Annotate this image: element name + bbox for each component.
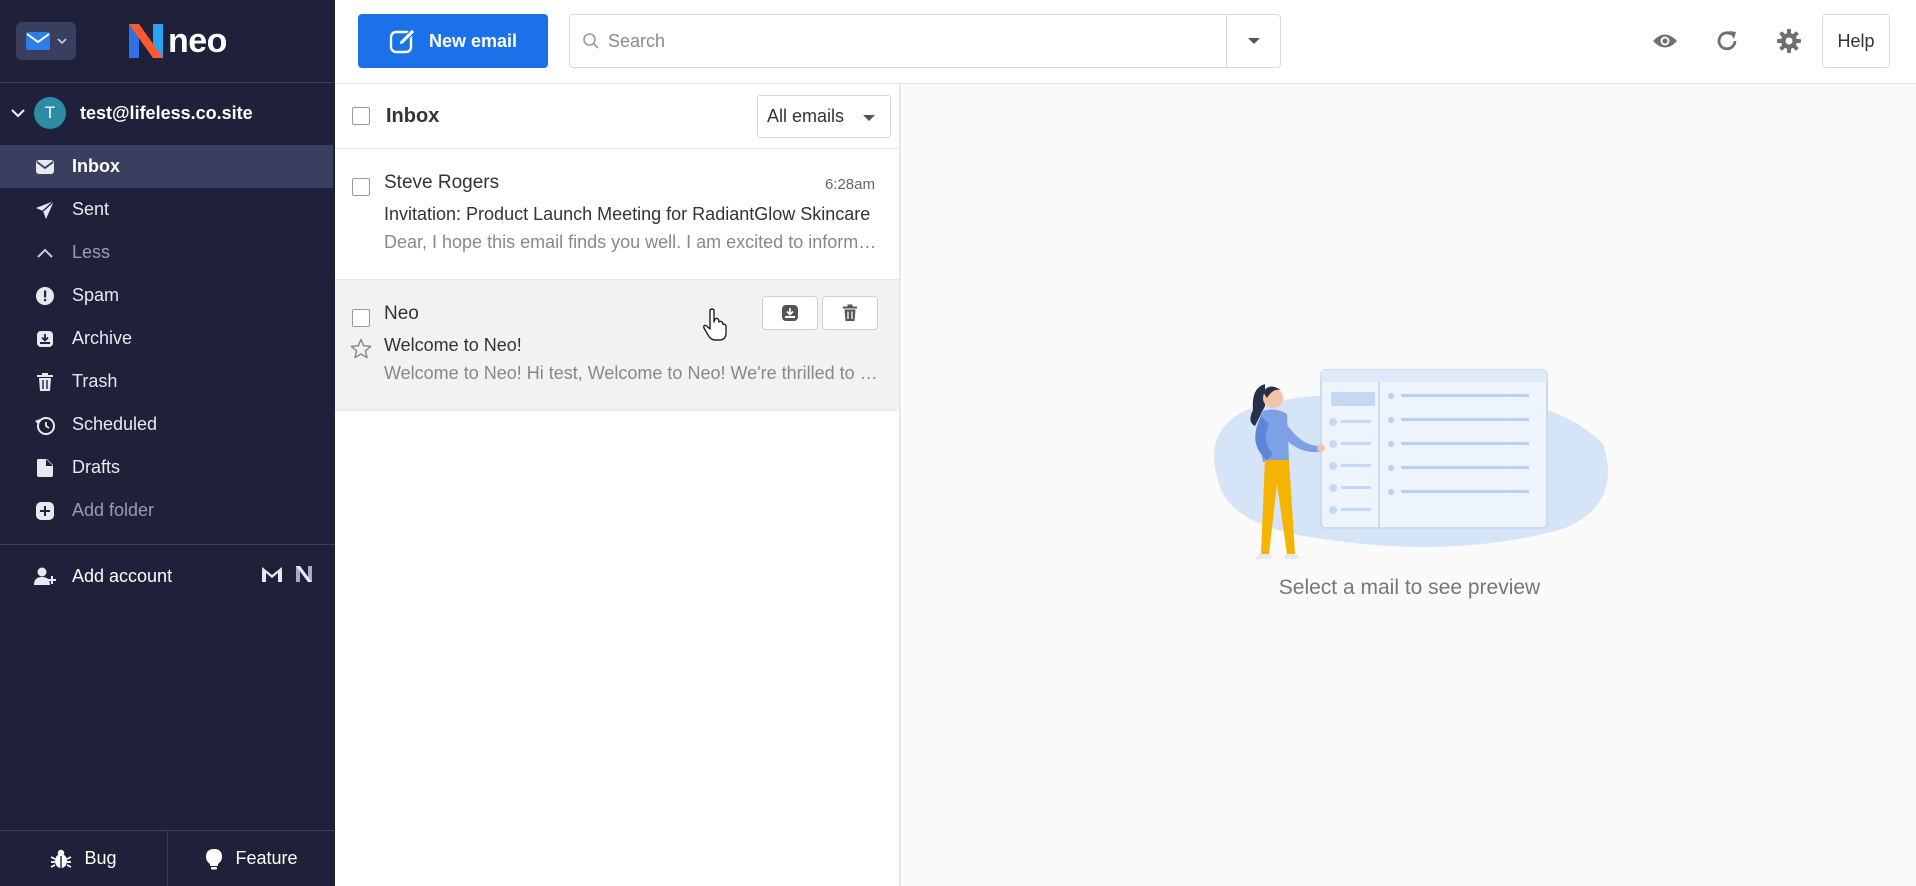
archive-icon	[37, 330, 53, 347]
refresh-icon	[1717, 31, 1737, 51]
mail-sender: Neo	[384, 303, 419, 324]
inbox-icon	[36, 159, 54, 174]
account-provider-logos	[261, 565, 313, 583]
sidebar-item-drafts[interactable]: Drafts	[0, 446, 335, 489]
app-switcher-button[interactable]	[16, 22, 76, 60]
sidebar-item-label: Spam	[72, 285, 120, 305]
folder-list: Inbox Sent Less Spam Archive Trash Sched…	[0, 143, 335, 532]
neo-small-icon	[296, 566, 312, 582]
empty-preview-illustration	[1214, 369, 1608, 559]
archive-button[interactable]	[762, 296, 818, 330]
list-item[interactable]: Steve Rogers 6:28am Invitation: Product …	[335, 149, 899, 280]
sidebar-item-label: Scheduled	[72, 414, 158, 434]
caret-down-icon	[863, 115, 875, 121]
new-email-label: New email	[428, 30, 518, 51]
mail-preview: Welcome to Neo! Hi test, Welcome to Neo!…	[384, 363, 879, 383]
alert-circle-icon	[36, 286, 54, 305]
add-account-button[interactable]: Add account	[0, 545, 335, 607]
sidebar-item-label: Archive	[72, 328, 133, 348]
account-row[interactable]: T test@lifeless.co.site	[0, 83, 335, 143]
search-icon	[583, 33, 599, 49]
trash-icon	[843, 304, 857, 321]
sidebar-item-scheduled[interactable]: Scheduled	[0, 403, 335, 446]
help-button[interactable]: Help	[1822, 14, 1890, 68]
search-options-button[interactable]	[1226, 15, 1280, 67]
bug-report-button[interactable]: Bug	[0, 831, 167, 886]
mail-list-header: Inbox All emails	[335, 84, 899, 149]
neo-logo: neo	[126, 22, 227, 61]
filter-value: All emails	[767, 106, 845, 126]
mail-list: Inbox All emails Steve Rogers 6:28am Inv…	[335, 84, 901, 886]
email-filter-select[interactable]: All emails	[757, 95, 891, 138]
add-account-label: Add account	[72, 565, 173, 586]
plus-square-icon	[36, 501, 54, 520]
search-input[interactable]	[608, 30, 1226, 52]
preview-toggle-button[interactable]	[1634, 14, 1696, 68]
top-toolbar: New email Help	[335, 0, 1916, 84]
sidebar-item-spam[interactable]: Spam	[0, 274, 335, 317]
gmail-icon	[262, 567, 282, 582]
eye-icon	[1653, 34, 1677, 48]
mail-hover-actions	[762, 296, 878, 330]
mail-icon	[26, 32, 50, 50]
mail-checkbox[interactable]	[352, 309, 370, 327]
list-item[interactable]: Neo Welcome to Neo! Welcome to Neo! Hi t…	[335, 280, 899, 411]
sidebar-item-label: Sent	[72, 199, 110, 219]
delete-button[interactable]	[822, 296, 878, 330]
trash-icon	[37, 372, 53, 391]
send-icon	[36, 199, 55, 219]
sidebar-item-add-folder[interactable]: Add folder	[0, 489, 335, 532]
feedback-bar: Bug Feature	[0, 830, 335, 886]
select-all-checkbox[interactable]	[352, 107, 370, 125]
hand-cursor-icon	[703, 308, 727, 341]
caret-down-icon	[1247, 38, 1260, 44]
neo-logo-icon	[129, 24, 163, 58]
sidebar-item-less[interactable]: Less	[0, 231, 335, 274]
sidebar-item-inbox[interactable]: Inbox	[0, 145, 333, 188]
feature-request-button[interactable]: Feature	[167, 831, 335, 886]
mail-checkbox[interactable]	[352, 178, 370, 196]
account-email: test@lifeless.co.site	[80, 102, 253, 123]
star-icon[interactable]	[350, 338, 372, 360]
clock-send-icon	[35, 416, 55, 435]
archive-icon	[782, 305, 798, 321]
sidebar-item-label: Trash	[72, 371, 118, 391]
avatar: T	[34, 97, 66, 129]
mail-subject: Welcome to Neo!	[384, 335, 522, 355]
sidebar-item-trash[interactable]: Trash	[0, 360, 335, 403]
chevron-down-icon	[11, 109, 25, 118]
sidebar-item-archive[interactable]: Archive	[0, 317, 335, 360]
add-user-icon	[34, 567, 56, 585]
folder-title: Inbox	[386, 104, 440, 127]
mail-sender: Steve Rogers	[384, 172, 500, 193]
sidebar-item-label: Inbox	[72, 156, 120, 176]
settings-button[interactable]	[1758, 14, 1820, 68]
sidebar-item-label: Drafts	[72, 457, 121, 477]
chevron-down-icon	[57, 38, 67, 45]
compose-icon	[389, 28, 416, 54]
drafts-icon	[37, 458, 53, 477]
preview-pane: Select a mail to see preview	[903, 84, 1916, 886]
empty-preview-message: Select a mail to see preview	[1278, 576, 1541, 599]
bug-label: Bug	[84, 848, 117, 868]
feature-label: Feature	[235, 848, 298, 868]
mail-preview: Dear, I hope this email finds you well. …	[384, 232, 879, 252]
sidebar-header: neo	[0, 0, 335, 82]
sidebar-item-sent[interactable]: Sent	[0, 188, 335, 231]
mail-subject: Invitation: Product Launch Meeting for R…	[384, 204, 871, 224]
brand-name: neo	[168, 21, 227, 60]
toolbar-actions: Help	[1634, 14, 1890, 68]
refresh-button[interactable]	[1696, 14, 1758, 68]
sidebar-item-label: Less	[72, 242, 111, 262]
chevron-up-icon	[37, 248, 53, 258]
search-box	[569, 14, 1281, 68]
mail-time: 6:28am	[824, 176, 875, 193]
bug-icon	[51, 849, 72, 868]
lightbulb-icon	[206, 848, 223, 869]
gear-icon	[1777, 29, 1801, 53]
sidebar-item-label: Add folder	[72, 500, 155, 520]
new-email-button[interactable]: New email	[358, 14, 548, 68]
sidebar: neo T test@lifeless.co.site Inbox Sent L…	[0, 0, 335, 886]
